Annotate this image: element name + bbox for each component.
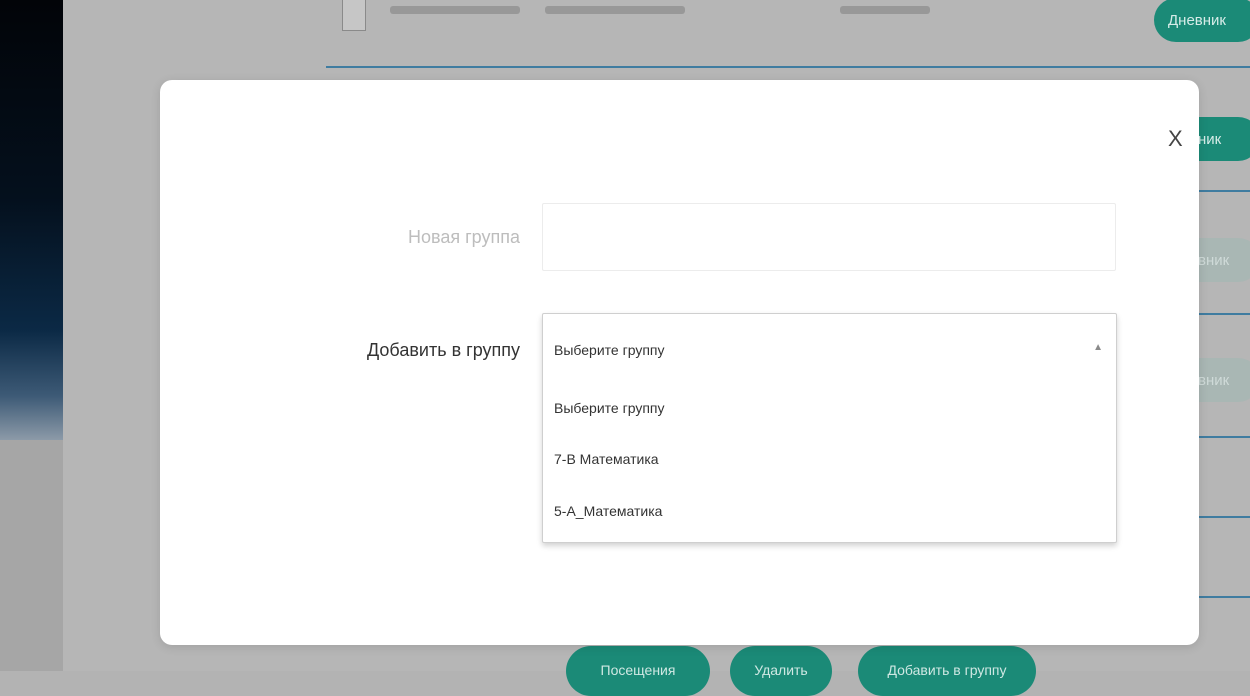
row-divider xyxy=(1199,190,1250,192)
sidebar-background-image xyxy=(0,0,63,440)
add-to-group-button[interactable]: Добавить в группу xyxy=(858,646,1036,696)
row-divider xyxy=(1199,596,1250,598)
new-group-input[interactable] xyxy=(542,203,1116,271)
add-to-group-modal: X Новая группа Добавить в группу Выберит… xyxy=(160,80,1199,645)
row-text-blur xyxy=(840,6,930,14)
row-divider xyxy=(1199,516,1250,518)
chevron-up-icon: ▲ xyxy=(1093,342,1103,353)
row-divider xyxy=(1199,436,1250,438)
group-option[interactable]: 7-В Математика xyxy=(554,451,1104,467)
add-to-group-label: Добавить в группу xyxy=(367,340,520,360)
group-option[interactable]: Выберите группу xyxy=(554,400,1104,416)
row-text-blur xyxy=(545,6,685,14)
diary-button[interactable]: Дневник xyxy=(1154,0,1250,42)
attendance-button[interactable]: Посещения xyxy=(566,646,710,696)
group-option[interactable]: 5-А_Математика xyxy=(554,503,1104,519)
row-text-blur xyxy=(390,6,520,14)
group-select[interactable]: Выберите группу ▲ xyxy=(543,314,1116,380)
new-group-label: Новая группа xyxy=(407,227,520,247)
group-select-dropdown[interactable]: Выберите группу ▲ Выберите группу 7-В Ма… xyxy=(542,313,1117,543)
close-icon[interactable]: X xyxy=(1168,126,1183,152)
delete-button[interactable]: Удалить xyxy=(730,646,832,696)
row-divider xyxy=(326,66,1250,68)
row-checkbox[interactable] xyxy=(342,0,366,31)
group-select-value: Выберите группу xyxy=(554,342,665,358)
row-divider xyxy=(1199,313,1250,315)
left-rail xyxy=(0,0,63,671)
table-row xyxy=(330,0,1250,68)
